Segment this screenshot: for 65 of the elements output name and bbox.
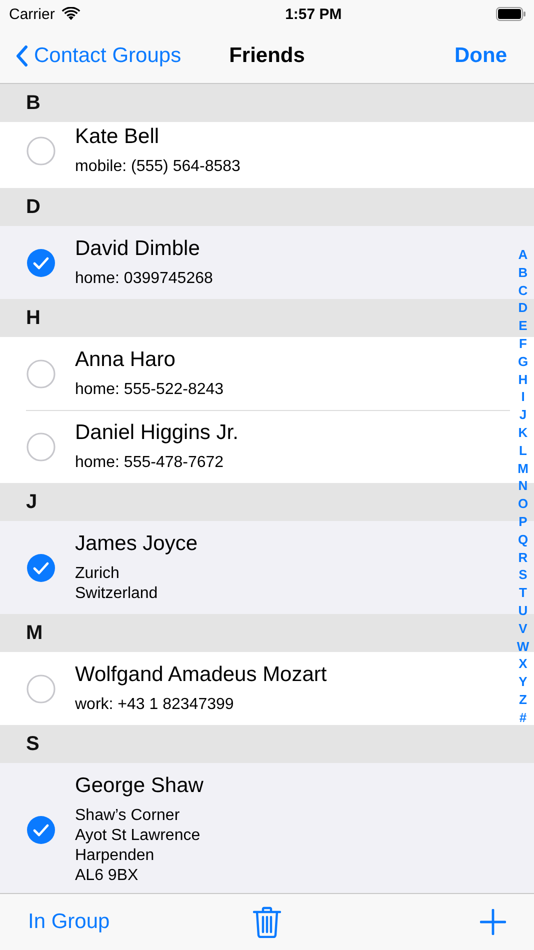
status-time: 1:57 PM (285, 6, 342, 22)
index-letter[interactable]: I (521, 388, 525, 406)
index-letter[interactable]: Q (518, 530, 528, 549)
back-button[interactable]: Contact Groups (16, 44, 182, 68)
index-letter[interactable]: Y (518, 673, 528, 691)
checked-circle-icon[interactable] (26, 552, 56, 582)
index-letter[interactable]: S (518, 566, 528, 584)
index-letter[interactable]: D (518, 299, 528, 318)
index-letter[interactable]: T (519, 584, 527, 602)
index-letter[interactable]: M (518, 460, 528, 478)
checked-circle-icon[interactable] (26, 248, 56, 278)
index-letter[interactable]: C (518, 282, 528, 300)
contact-detail: home: 0399745268 (75, 269, 213, 289)
wifi-icon (60, 7, 81, 21)
contact-name: Wolfgand Amadeus Mozart (75, 662, 327, 688)
contact-detail: mobile: (555) 564-8583 (75, 157, 240, 177)
index-letter[interactable]: H (518, 370, 528, 388)
index-letter[interactable]: P (518, 512, 528, 531)
section-header: B (0, 84, 534, 122)
contact-row[interactable]: David Dimble home: 0399745268 (0, 226, 510, 299)
add-icon[interactable] (480, 909, 506, 935)
contact-name: Daniel Higgins Jr. (75, 420, 238, 446)
index-letter[interactable]: A (518, 246, 528, 264)
contact-detail: Ayot St Lawrence (75, 826, 202, 846)
index-letter[interactable]: L (519, 442, 527, 460)
contact-name: Anna Haro (75, 347, 176, 373)
contact-detail: Zurich (75, 564, 120, 584)
index-letter[interactable]: G (518, 352, 528, 371)
trash-icon[interactable] (253, 906, 281, 938)
index-letter[interactable]: R (518, 548, 528, 566)
index-letter[interactable]: B (518, 264, 528, 282)
done-button[interactable]: Done (454, 44, 507, 68)
index-letter[interactable]: V (518, 620, 528, 638)
section-header: S (0, 725, 534, 763)
contact-name: James Joyce (75, 531, 198, 557)
contact-row[interactable]: James Joyce Zurich Switzerland (0, 521, 510, 614)
index-letter[interactable]: N (518, 477, 528, 496)
index-letter[interactable]: K (518, 424, 528, 442)
contact-name: Kate Bell (75, 124, 160, 150)
index-letter[interactable]: J (519, 406, 527, 424)
contact-row[interactable]: George Shaw Shaw’s Corner Ayot St Lawrence Harpenden AL6 9BX (0, 763, 510, 893)
contact-detail: home: 555-478-7672 (75, 453, 225, 473)
index-letter[interactable]: U (518, 602, 528, 620)
index-letter[interactable]: O (518, 495, 528, 513)
index-letter[interactable]: X (518, 655, 528, 674)
battery-icon (496, 7, 526, 21)
contact-name: George Shaw (75, 773, 204, 799)
contact-detail: AL6 9BX (75, 866, 140, 886)
contact-detail: Shaw’s Corner (75, 806, 181, 826)
checked-circle-icon[interactable] (26, 814, 56, 844)
contact-detail: work: +43 1 82347399 (75, 695, 235, 715)
index-letter[interactable]: W (516, 638, 530, 656)
section-header: D (0, 188, 534, 226)
in-group-button[interactable]: In Group (28, 910, 140, 934)
index-letter[interactable]: E (518, 317, 528, 335)
contact-name: David Dimble (75, 236, 201, 262)
carrier-label: Carrier (9, 6, 55, 22)
index-letter[interactable]: F (519, 334, 527, 353)
contact-detail: Switzerland (75, 584, 159, 604)
contact-detail: home: 555-522-8243 (75, 380, 224, 400)
chevron-icon (16, 44, 28, 66)
contact-detail: Harpenden (75, 846, 156, 866)
index-letter[interactable]: # (519, 708, 527, 727)
nav-title: Friends (228, 44, 306, 68)
index-letter[interactable]: Z (519, 690, 527, 709)
